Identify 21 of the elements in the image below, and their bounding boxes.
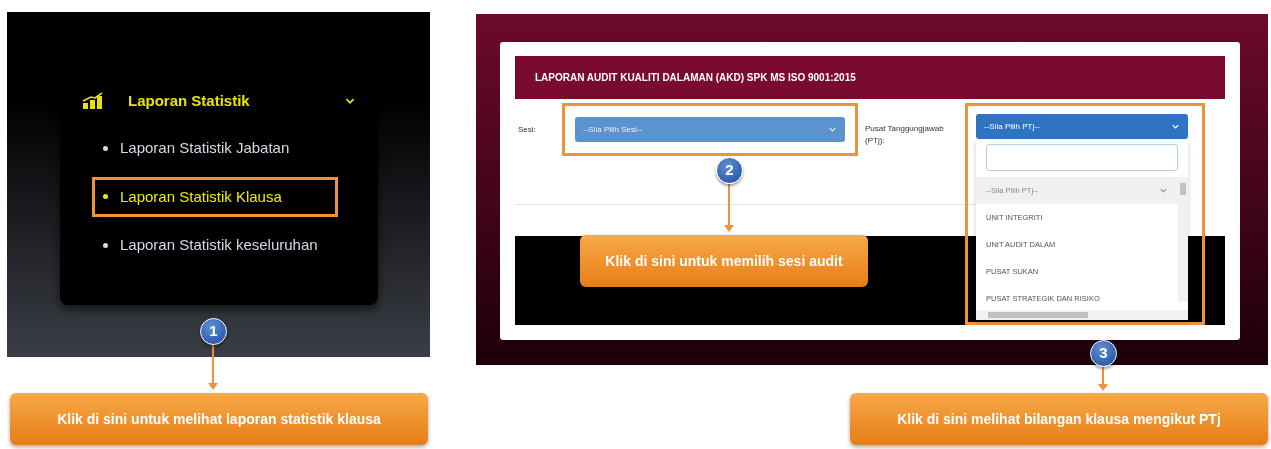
field-label: Pusat Tanggungjawab (PTj): <box>864 123 945 147</box>
scrollbar[interactable] <box>976 310 1188 320</box>
search-field[interactable] <box>986 144 1178 171</box>
leader-arrow <box>724 184 734 232</box>
leader-arrow <box>208 345 218 390</box>
chevron-down-icon <box>1171 122 1180 131</box>
bar-chart-icon <box>82 92 104 110</box>
leader-arrow <box>1098 367 1108 391</box>
chevron-down-icon <box>828 125 837 134</box>
menu-title[interactable]: Laporan Statistik <box>128 89 320 113</box>
instruction-callout: Klik di sini untuk memilih sesi audit <box>580 235 868 287</box>
report-title: LAPORAN AUDIT KUALITI DALAMAN (AKD) SPK MS ISO 9001:2015 <box>515 56 1225 99</box>
instruction-callout: Klik di sini melihat bilangan klausa mengikut PTj <box>850 393 1268 445</box>
menu-item[interactable]: Laporan Statistik Klausa <box>92 176 338 217</box>
menu-item[interactable]: Laporan Statistik Jabatan <box>92 128 338 169</box>
field-label: Sesi: <box>517 124 537 136</box>
instruction-callout: Klik di sini untuk melihat laporan statistik klausa <box>10 393 428 445</box>
scrollbar[interactable] <box>1178 177 1188 302</box>
ptj-select[interactable]: --Sila Pilih PTj-- <box>976 114 1188 139</box>
menu-item[interactable]: Laporan Statistik keseluruhan <box>92 225 338 266</box>
check-icon <box>1159 186 1168 195</box>
